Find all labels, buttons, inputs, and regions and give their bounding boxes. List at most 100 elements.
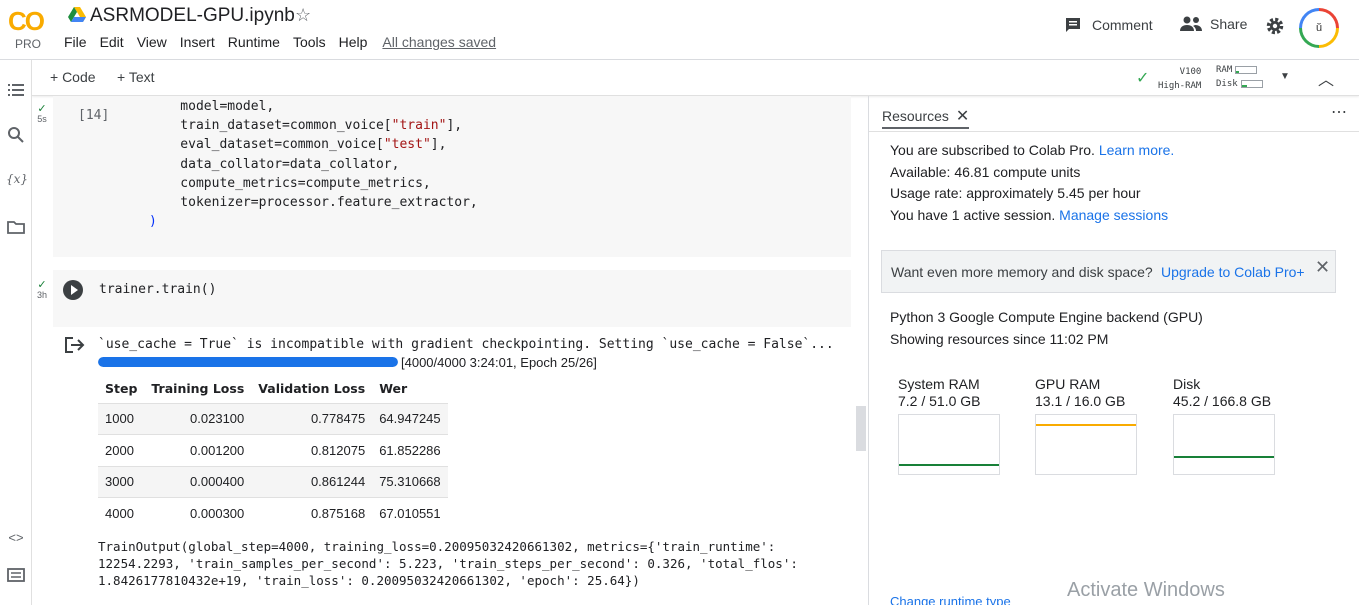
avatar[interactable]: ŭ	[1299, 8, 1339, 48]
menu-tools[interactable]: Tools	[293, 34, 326, 50]
add-code-button[interactable]: + Code	[50, 69, 96, 85]
gauge-line	[899, 463, 999, 466]
cell-training-loss: 0.001200	[144, 434, 252, 466]
drive-icon[interactable]	[68, 7, 86, 23]
logo-text: CO	[8, 6, 45, 36]
close-icon[interactable]: ✕	[1315, 257, 1330, 278]
output-line: 12254.2293, 'train_samples_per_second': …	[98, 556, 798, 571]
ram-mini-bar	[1235, 65, 1258, 74]
tab-resources[interactable]: Resources ✕	[882, 96, 970, 129]
folder-icon[interactable]	[6, 217, 26, 237]
upgrade-link[interactable]: Upgrade to Colab Pro+	[1161, 264, 1305, 280]
ram-label: RAM	[1216, 65, 1233, 75]
cell2-duration: 3h	[37, 290, 48, 300]
upgrade-banner: Want even more memory and disk space? Up…	[881, 250, 1336, 293]
chevron-up-icon[interactable]: ︿	[1318, 66, 1334, 90]
metrics-table: Step Training Loss Validation Loss Wer 1…	[98, 375, 448, 529]
left-rail: {x} <>	[0, 60, 32, 605]
add-text-button[interactable]: + Text	[117, 69, 155, 85]
share-label: Share	[1210, 16, 1248, 32]
toc-icon[interactable]	[6, 80, 26, 100]
since-text: Showing resources since 11:02 PM	[890, 331, 1109, 347]
string-literal: "test"	[383, 137, 431, 153]
terminal-icon[interactable]	[6, 565, 26, 585]
code-snippets-icon[interactable]: <>	[6, 530, 26, 550]
save-status[interactable]: All changes saved	[382, 34, 496, 50]
header: CO PRO ASRMODEL-GPU.ipynb ☆ File Edit Vi…	[0, 0, 1359, 60]
code-editor[interactable]: model=model, train_dataset=common_voice[…	[149, 97, 478, 231]
resource-mini-bars[interactable]: RAM Disk	[1216, 63, 1263, 91]
training-progress-bar	[98, 357, 398, 367]
progress-text: [4000/4000 3:24:01, Epoch 25/26]	[401, 355, 597, 370]
available-units: Available: 46.81 compute units	[890, 163, 1081, 180]
close-icon[interactable]: ✕	[956, 108, 969, 125]
notebook-title[interactable]: ASRMODEL-GPU.ipynb	[90, 5, 295, 27]
cell-success-icon: ✓	[37, 103, 47, 115]
gauge-value: 45.2 / 166.8 GB	[1173, 393, 1272, 409]
code-cell[interactable]: [14] model=model, train_dataset=common_v…	[53, 96, 851, 257]
menu-runtime[interactable]: Runtime	[228, 34, 280, 50]
run-cell-button[interactable]	[63, 280, 83, 300]
backend-text: Python 3 Google Compute Engine backend (…	[890, 309, 1203, 325]
code-cell[interactable]: trainer.train()	[53, 270, 851, 327]
table-row: 3000 0.000400 0.861244 75.310668	[98, 465, 448, 498]
runtime-type: High-RAM	[1158, 81, 1202, 91]
windows-watermark: Activate Windows	[1067, 579, 1225, 601]
subscription-info: You are subscribed to Colab Pro. Learn m…	[890, 140, 1174, 226]
comment-label: Comment	[1092, 17, 1153, 33]
code-text: trainer.train()	[99, 282, 217, 297]
cell-validation-loss: 0.861244	[251, 465, 373, 498]
cell-validation-loss: 0.812075	[251, 434, 373, 466]
resources-panel: Resources ✕ ⋯ You are subscribed to Colab…	[868, 96, 1359, 605]
star-icon[interactable]: ☆	[295, 5, 311, 26]
code-line: data_collator=data_collator,	[149, 156, 400, 172]
gauge-chart	[1173, 414, 1275, 475]
notebook-scrollbar[interactable]	[855, 96, 867, 605]
menu-view[interactable]: View	[137, 34, 167, 50]
runtime-gpu: V100	[1179, 67, 1202, 77]
chevron-down-icon[interactable]: ▼	[1280, 71, 1290, 82]
string-literal: "train"	[391, 118, 447, 134]
menu-edit[interactable]: Edit	[100, 34, 124, 50]
comment-icon	[1066, 18, 1080, 32]
menu-help[interactable]: Help	[339, 34, 368, 50]
more-options-icon[interactable]: ⋯	[1331, 102, 1347, 122]
scroll-thumb[interactable]	[856, 406, 866, 451]
col-training-loss: Training Loss	[151, 381, 245, 397]
search-icon[interactable]	[6, 125, 26, 145]
menu-file[interactable]: File	[64, 34, 87, 50]
cell-success-icon: ✓	[37, 279, 47, 291]
code-line: train_dataset=common_voice["train"],	[149, 118, 463, 134]
colab-logo[interactable]: CO PRO	[8, 6, 50, 51]
gauge-value: 13.1 / 16.0 GB	[1035, 393, 1126, 409]
manage-sessions-link[interactable]: Manage sessions	[1059, 207, 1168, 223]
system-ram-gauge: System RAM 7.2 / 51.0 GB	[898, 376, 1008, 475]
learn-more-link[interactable]: Learn more.	[1099, 142, 1174, 158]
share-button[interactable]: Share	[1180, 16, 1247, 32]
gauge-chart	[1035, 414, 1137, 475]
tab-label: Resources	[882, 108, 949, 124]
col-step: Step	[105, 381, 138, 397]
cell1-status: ✓ 5s	[37, 103, 47, 125]
people-icon	[1180, 16, 1202, 31]
variables-icon[interactable]: {x}	[6, 172, 28, 192]
gauge-line	[1174, 456, 1274, 459]
runtime-info[interactable]: V100 High-RAM	[1158, 65, 1201, 93]
sessions-text: You have 1 active session.	[890, 206, 1056, 223]
code-line: eval_dataset=common_voice["test"],	[149, 137, 447, 153]
output-redirect-icon[interactable]	[64, 336, 86, 354]
connected-check-icon[interactable]: ✓	[1136, 68, 1149, 88]
gear-icon[interactable]	[1265, 16, 1285, 36]
comment-button[interactable]: Comment	[1064, 16, 1153, 34]
subscribed-text: You are subscribed to Colab Pro.	[890, 142, 1095, 158]
cell-training-loss: 0.023100	[144, 402, 252, 435]
code-editor[interactable]: trainer.train()	[99, 282, 216, 297]
table-header-row: Step Training Loss Validation Loss Wer	[98, 375, 448, 403]
code-line: tokenizer=processor.feature_extractor,	[149, 195, 478, 211]
table-row: 4000 0.000300 0.875168 67.010551	[98, 497, 448, 529]
change-runtime-link[interactable]: Change runtime type	[890, 594, 1011, 605]
plan-badge: PRO	[15, 37, 42, 51]
menu-insert[interactable]: Insert	[180, 34, 215, 50]
cell2-status: ✓ 3h	[37, 279, 48, 301]
gpu-ram-gauge: GPU RAM 13.1 / 16.0 GB	[1035, 376, 1145, 475]
